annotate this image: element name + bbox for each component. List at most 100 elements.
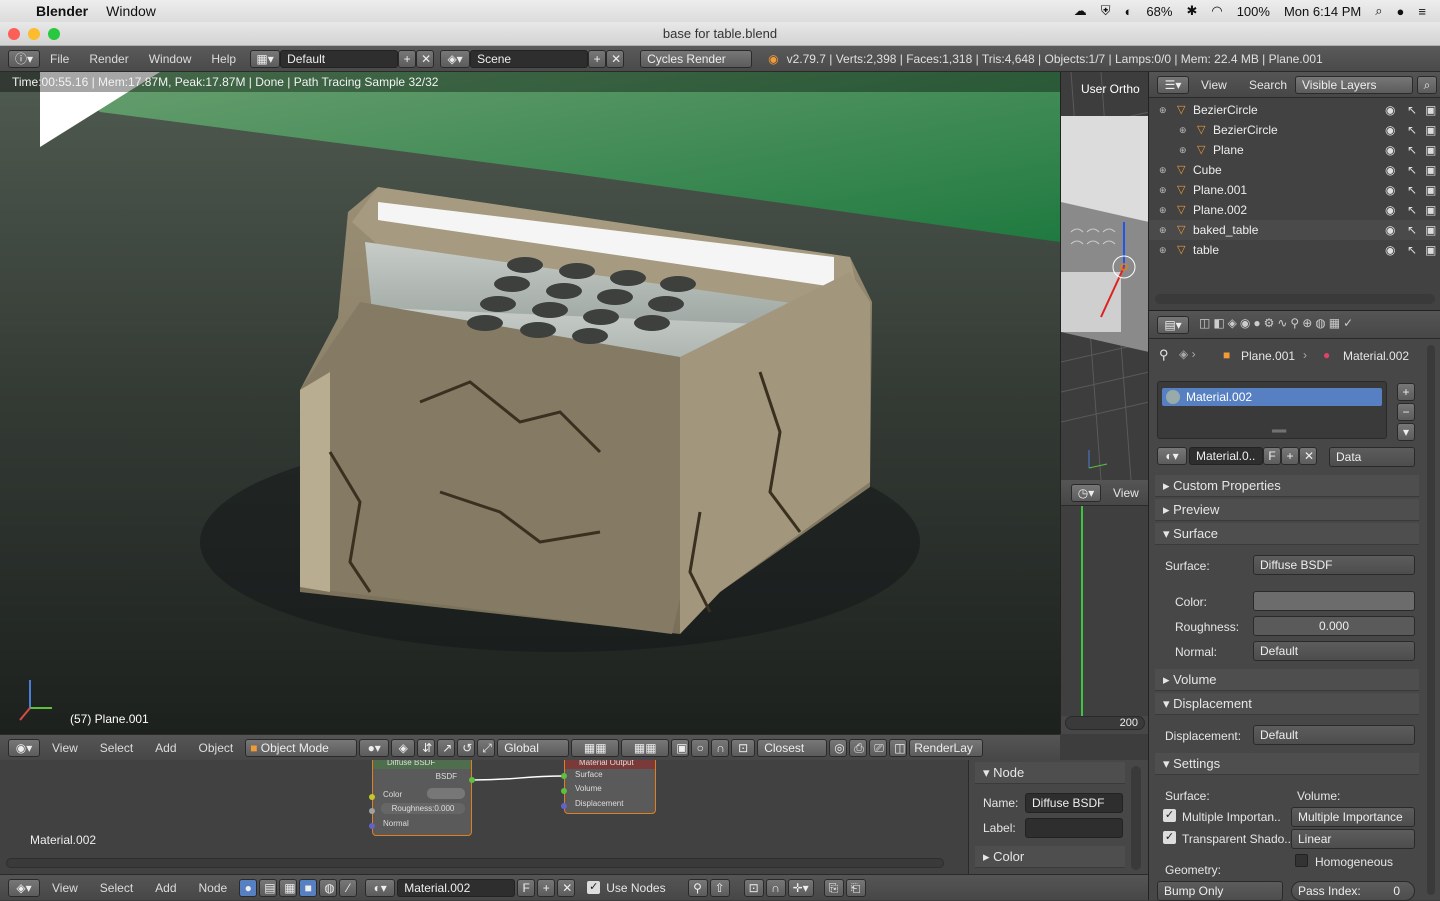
bluetooth-icon[interactable]: ✱ — [1186, 3, 1197, 19]
timeline-editor-type[interactable]: ◷▾ — [1071, 484, 1101, 502]
node-select-menu[interactable]: Select — [90, 881, 143, 895]
texture-nodes-icon[interactable]: ▦ — [279, 878, 298, 897]
snap-element-icon[interactable]: ⊡ — [731, 738, 756, 757]
node-view-menu[interactable]: View — [42, 881, 88, 895]
select-menu[interactable]: Select — [90, 741, 143, 755]
outliner-row[interactable]: ⊕ ▽ Plane ◉ ↖ ▣ — [1149, 140, 1440, 160]
spotlight-icon[interactable]: ⌕ — [1375, 3, 1382, 19]
battery-status-1[interactable]: 68% — [1146, 4, 1172, 19]
node-unlink-material-button[interactable]: ✕ — [557, 878, 576, 897]
properties-editor-type[interactable]: ▤▾ — [1157, 316, 1189, 334]
select-arrow-icon[interactable]: ↖ — [1407, 240, 1417, 260]
outliner-row[interactable]: ⊕ ▽ Plane.001 ◉ ↖ ▣ — [1149, 180, 1440, 200]
pass-index-field[interactable]: Pass Index: 0 — [1291, 881, 1415, 901]
select-arrow-icon[interactable]: ↖ — [1407, 180, 1417, 200]
browse-material-button[interactable]: ◐▾ — [1157, 447, 1187, 465]
normal-dropdown[interactable]: Default — [1253, 641, 1415, 661]
menu-window[interactable]: Window — [139, 52, 202, 66]
node-material-browse[interactable]: ◐▾ — [365, 878, 396, 897]
minimize-window-button[interactable] — [28, 28, 40, 40]
timeline-area[interactable] — [1061, 506, 1149, 716]
pivot-icon[interactable]: ◈ — [391, 738, 416, 757]
breadcrumb-object[interactable]: Plane.001 — [1241, 349, 1295, 363]
node-copy-icon[interactable]: ⎘ — [823, 878, 844, 897]
snap-magnet-icon[interactable]: ∩ — [711, 738, 730, 757]
slot-specials-button[interactable]: ▾ — [1397, 423, 1415, 441]
roughness-slider[interactable]: 0.000 — [1253, 616, 1415, 636]
visibility-eye-icon[interactable]: ◉ — [1385, 220, 1395, 240]
properties-scrollbar[interactable] — [1427, 345, 1435, 895]
battery-status-2[interactable]: 100% — [1237, 4, 1270, 19]
expand-icon[interactable]: ⊕ — [1159, 200, 1167, 220]
compositing-nodes-icon[interactable]: ▤ — [259, 878, 278, 897]
add-slot-button[interactable]: + — [1397, 383, 1415, 401]
timeline-view-menu[interactable]: View — [1113, 486, 1139, 500]
outliner-row[interactable]: ⊕ ▽ baked_table ◉ ↖ ▣ — [1149, 220, 1440, 240]
volume-sampling-dropdown[interactable]: Multiple Importance — [1291, 807, 1415, 827]
object-shader-icon[interactable]: ■ — [299, 878, 318, 897]
node-fake-user-button[interactable]: F — [517, 878, 536, 897]
timeline-scrollbar[interactable]: 200 — [1065, 716, 1145, 730]
editor-type-3d-button[interactable]: ◉▾ — [8, 738, 40, 757]
surface-shader-dropdown[interactable]: Diffuse BSDF — [1253, 555, 1415, 575]
node-editor-scrollbar[interactable] — [6, 858, 944, 868]
render-camera-icon[interactable]: ▣ — [1425, 160, 1436, 180]
node-add-menu[interactable]: Add — [145, 881, 186, 895]
outliner-row[interactable]: ⊕ ▽ Plane.002 ◉ ↖ ▣ — [1149, 200, 1440, 220]
volume-interpolation-dropdown[interactable]: Linear — [1291, 829, 1415, 849]
node-sidebar-scrollbar[interactable] — [1131, 766, 1141, 870]
outliner-scrollbar[interactable] — [1155, 294, 1435, 304]
node-magnet-icon[interactable]: ∩ — [765, 878, 786, 897]
add-scene-button[interactable]: + — [588, 49, 607, 68]
opengl-render-icon[interactable]: ⎙ — [849, 738, 868, 757]
properties-editor[interactable]: ▤▾ ◫◧◈◉●⚙∿⚲⊕◍▦✓ ⚲ ◈ › ■ Plane.001 › ● Ma… — [1148, 310, 1440, 901]
rotate-icon[interactable]: ↺ — [457, 738, 476, 757]
multiple-importance-checkbox[interactable]: ✓ — [1163, 809, 1176, 822]
app-menu[interactable]: Blender — [36, 3, 88, 19]
layers-grid-b[interactable]: ▦▦ — [621, 738, 670, 757]
view-menu[interactable]: View — [42, 741, 88, 755]
linestyle-shader-icon[interactable]: ⁄ — [339, 878, 358, 897]
shield-icon[interactable]: ⛨ — [1101, 3, 1111, 19]
node-node-menu[interactable]: Node — [189, 881, 238, 895]
expand-icon[interactable]: ⊕ — [1179, 120, 1187, 140]
material-slot-list[interactable]: Material.002 ══ — [1157, 381, 1387, 439]
outliner-row[interactable]: ⊕ ▽ BezierCircle ◉ ↖ ▣ — [1149, 100, 1440, 120]
node-pin-icon[interactable]: ⚲ — [687, 878, 708, 897]
menu-render[interactable]: Render — [79, 52, 138, 66]
remove-scene-button[interactable]: ✕ — [606, 49, 625, 68]
outliner-search-icon[interactable]: ⌕ — [1417, 76, 1437, 94]
cloud-icon[interactable]: ☁ — [1074, 3, 1087, 19]
clock[interactable]: Mon 6:14 PM — [1284, 4, 1361, 19]
panel-displacement[interactable]: ▾ Displacement — [1155, 693, 1419, 715]
add-layout-button[interactable]: + — [398, 49, 417, 68]
screen-layout-icon[interactable]: ▦▾ — [250, 49, 281, 68]
shading-dropdown[interactable]: ●▾ — [359, 738, 390, 757]
properties-tabs[interactable]: ◫◧◈◉●⚙∿⚲⊕◍▦✓ — [1199, 316, 1356, 330]
outliner-item-name[interactable]: Cube — [1193, 160, 1222, 180]
node-snap-icon[interactable]: ⊡ — [743, 878, 764, 897]
snap-target-dropdown[interactable]: Closest — [757, 738, 828, 757]
expand-icon[interactable]: ⊕ — [1159, 160, 1167, 180]
expand-icon[interactable]: ⊕ — [1159, 180, 1167, 200]
outliner-item-name[interactable]: Plane — [1213, 140, 1244, 160]
clip-icon[interactable]: ◫ — [889, 738, 908, 757]
visibility-eye-icon[interactable]: ◉ — [1385, 240, 1395, 260]
outliner-item-name[interactable]: BezierCircle — [1193, 100, 1258, 120]
displacement-method-dropdown[interactable]: Bump Only — [1157, 881, 1283, 901]
list-resize-handle[interactable]: ══ — [1272, 426, 1286, 437]
shader-nodes-icon[interactable]: ● — [239, 878, 258, 897]
panel-preview[interactable]: ▸ Preview — [1155, 499, 1419, 521]
node-new-material-button[interactable]: + — [537, 878, 556, 897]
outliner-view-menu[interactable]: View — [1201, 78, 1227, 92]
render-camera-icon[interactable]: ▣ — [1425, 180, 1436, 200]
new-material-button[interactable]: + — [1281, 447, 1299, 465]
panel-settings[interactable]: ▾ Settings — [1155, 753, 1419, 775]
outliner[interactable]: ☰▾ View Search Visible Layers ⌕ ⊕ ▽ Bezier… — [1148, 72, 1440, 310]
align-rotation-icon[interactable]: ◎ — [829, 738, 848, 757]
render-layer-dropdown[interactable]: RenderLay — [909, 738, 984, 757]
outliner-item-name[interactable]: Plane.001 — [1193, 180, 1247, 200]
outliner-item-name[interactable]: BezierCircle — [1213, 120, 1278, 140]
select-arrow-icon[interactable]: ↖ — [1407, 200, 1417, 220]
visibility-eye-icon[interactable]: ◉ — [1385, 200, 1395, 220]
